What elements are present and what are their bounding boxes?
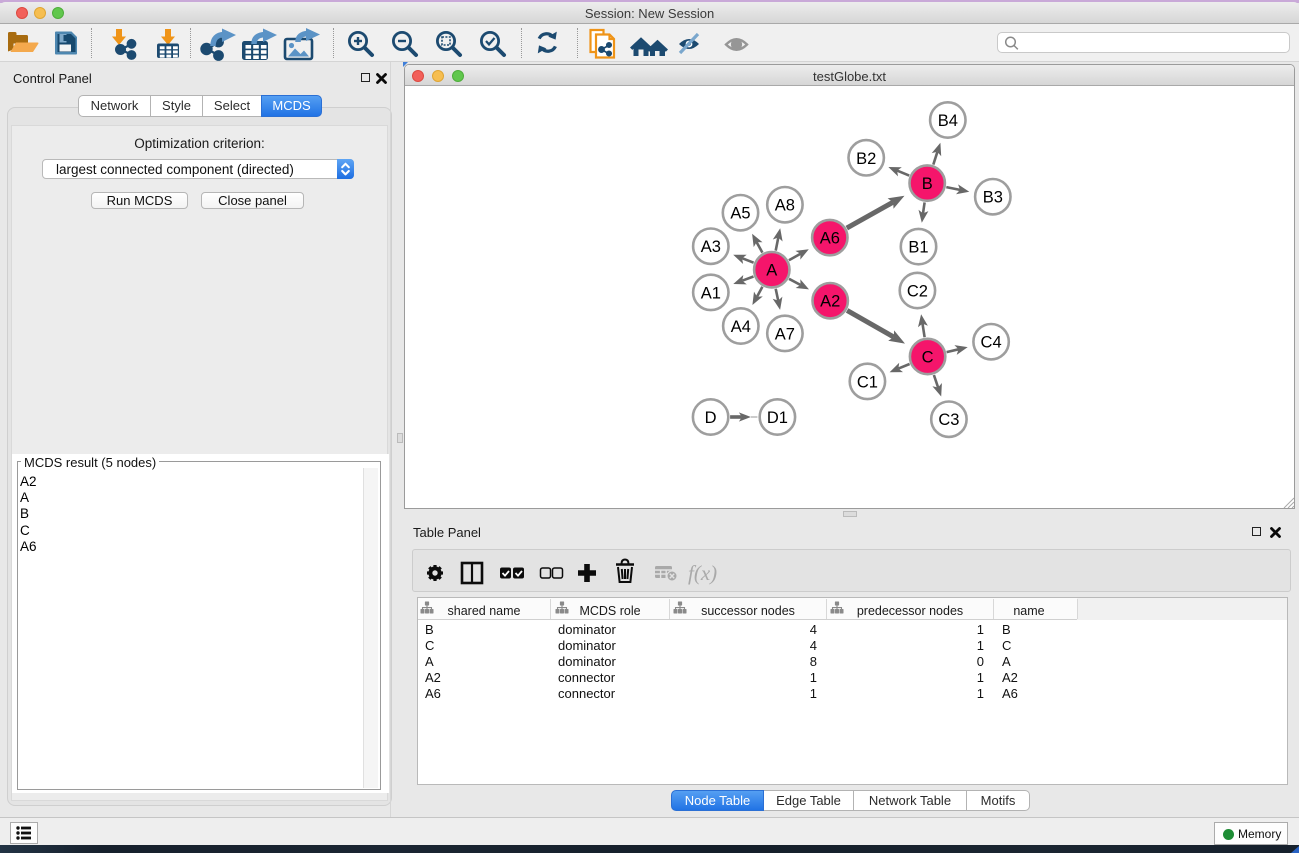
svg-text:A1: A1 [701, 284, 721, 302]
svg-text:A3: A3 [701, 238, 721, 256]
svg-text:A6: A6 [820, 230, 840, 248]
svg-text:A5: A5 [730, 205, 750, 223]
svg-text:B1: B1 [908, 239, 928, 257]
svg-text:B3: B3 [983, 189, 1003, 207]
svg-text:B4: B4 [938, 112, 958, 130]
svg-text:C4: C4 [981, 334, 1002, 352]
svg-text:C3: C3 [938, 411, 959, 429]
svg-text:D: D [705, 409, 717, 427]
svg-text:B2: B2 [856, 150, 876, 168]
svg-text:C1: C1 [857, 373, 878, 391]
svg-text:A7: A7 [775, 325, 795, 343]
svg-text:C: C [922, 349, 934, 367]
svg-text:A: A [766, 262, 777, 280]
svg-text:A8: A8 [775, 197, 795, 215]
svg-text:D1: D1 [767, 409, 788, 427]
svg-text:C2: C2 [907, 283, 928, 301]
svg-text:f(x): f(x) [688, 561, 717, 585]
svg-text:A2: A2 [820, 293, 840, 311]
svg-text:B: B [922, 175, 933, 193]
svg-text:A4: A4 [731, 318, 751, 336]
